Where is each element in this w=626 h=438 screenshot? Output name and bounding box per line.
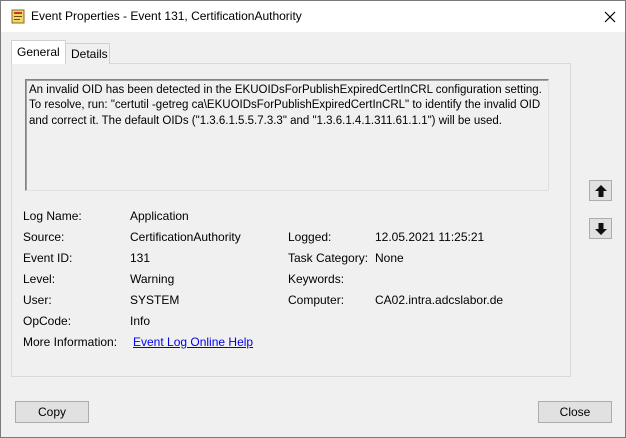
task-category-value: None <box>375 251 404 265</box>
tab-details-label: Details <box>71 47 108 61</box>
event-properties-window: Event Properties - Event 131, Certificat… <box>0 0 626 438</box>
arrow-down-icon <box>595 223 607 235</box>
event-id-label: Event ID: <box>23 251 73 265</box>
title-bar[interactable]: Event Properties - Event 131, Certificat… <box>1 1 625 32</box>
next-event-button[interactable] <box>589 218 612 239</box>
user-value: SYSTEM <box>130 293 180 307</box>
previous-event-button[interactable] <box>589 180 612 201</box>
more-information-label: More Information: <box>23 335 118 349</box>
user-label: User: <box>23 293 52 307</box>
tab-general-label: General <box>17 45 60 59</box>
logged-label: Logged: <box>288 230 332 244</box>
logged-value: 12.05.2021 11:25:21 <box>375 230 485 244</box>
source-label: Source: <box>23 230 65 244</box>
window-title: Event Properties - Event 131, Certificat… <box>31 9 302 23</box>
level-label: Level: <box>23 272 56 286</box>
log-name-value: Application <box>130 209 189 223</box>
event-log-online-help-link[interactable]: Event Log Online Help <box>133 335 253 349</box>
computer-value: CA02.intra.adcslabor.de <box>375 293 504 307</box>
keywords-label: Keywords: <box>288 272 345 286</box>
log-name-label: Log Name: <box>23 209 82 223</box>
task-category-label: Task Category: <box>288 251 369 265</box>
opcode-label: OpCode: <box>23 314 72 328</box>
close-button-label: Close <box>559 405 591 419</box>
copy-button[interactable]: Copy <box>15 401 89 423</box>
level-value: Warning <box>130 272 175 286</box>
copy-button-label: Copy <box>37 405 66 419</box>
source-value: CertificationAuthority <box>130 230 241 244</box>
close-icon[interactable] <box>599 6 621 28</box>
event-description[interactable]: An invalid OID has been detected in the … <box>25 79 549 191</box>
close-button[interactable]: Close <box>538 401 612 423</box>
opcode-value: Info <box>130 314 151 328</box>
event-id-value: 131 <box>130 251 151 265</box>
event-properties-icon <box>11 9 25 24</box>
tab-general[interactable]: General <box>11 40 66 64</box>
computer-label: Computer: <box>288 293 345 307</box>
tab-details[interactable]: Details <box>65 43 110 64</box>
arrow-up-icon <box>595 185 607 197</box>
